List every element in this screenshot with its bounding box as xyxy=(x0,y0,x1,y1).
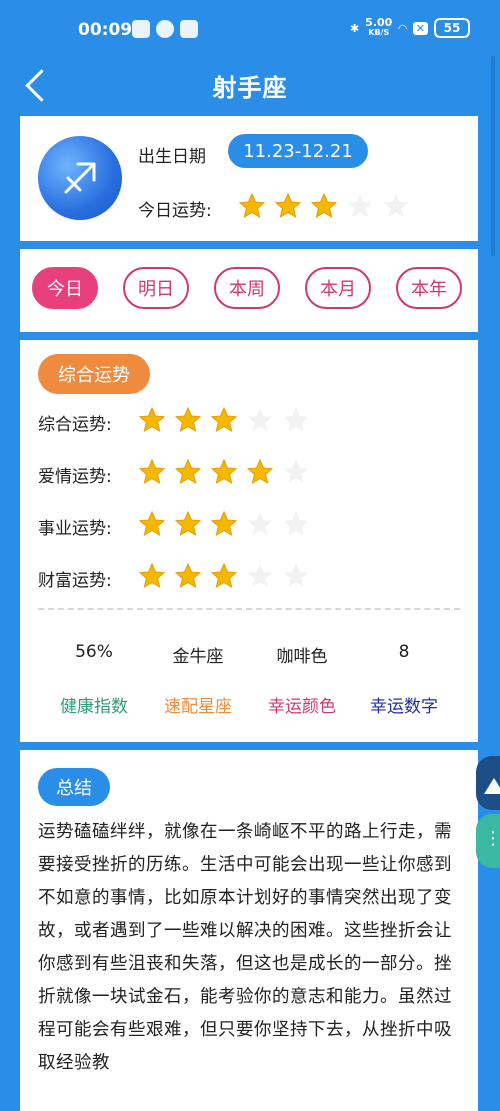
net-speed-unit: KB/S xyxy=(368,28,390,37)
star-empty-icon xyxy=(284,512,308,535)
sagittarius-icon xyxy=(64,162,96,194)
tab-3[interactable]: 本月 xyxy=(305,267,371,309)
stat-value: 金牛座 xyxy=(172,647,224,667)
tab-2[interactable]: 本周 xyxy=(214,267,280,309)
fortune-row-label: 爱情运势: xyxy=(38,467,112,487)
star-filled-icon xyxy=(246,458,274,485)
stat-label: 健康指数 xyxy=(60,697,128,717)
star-filled-icon xyxy=(138,562,166,589)
scrollbar[interactable] xyxy=(491,56,495,256)
star-empty-icon xyxy=(284,460,308,483)
sim-off-icon: ✕ xyxy=(412,21,428,35)
star-filled-icon xyxy=(138,458,166,485)
more-icon: ⋮ xyxy=(484,828,500,849)
divider xyxy=(38,608,460,610)
stat-value: 咖啡色 xyxy=(276,647,328,667)
star-filled-icon xyxy=(210,406,238,433)
star-empty-icon xyxy=(348,194,372,217)
stat-label: 幸运颜色 xyxy=(268,697,336,717)
tab-0[interactable]: 今日 xyxy=(32,267,98,309)
star-empty-icon xyxy=(284,408,308,431)
fortune-row-label: 事业运势: xyxy=(38,519,112,539)
fortune-row-label: 综合运势: xyxy=(38,415,112,435)
star-filled-icon xyxy=(138,406,166,433)
app-notification-icon xyxy=(132,20,150,38)
summary-badge: 总结 xyxy=(38,768,110,806)
sign-profile-card: 出生日期 11.23-12.21 今日运势: xyxy=(20,116,478,241)
birth-date-range: 11.23-12.21 xyxy=(228,134,368,168)
star-filled-icon xyxy=(210,510,238,537)
shield-icon xyxy=(180,20,198,38)
star-filled-icon xyxy=(174,406,202,433)
status-time: 00:09 xyxy=(78,20,133,40)
star-filled-icon xyxy=(174,510,202,537)
star-empty-icon xyxy=(248,564,272,587)
star-filled-icon xyxy=(138,510,166,537)
star-filled-icon xyxy=(210,458,238,485)
fortune-row-stars xyxy=(138,510,310,538)
stat-label: 幸运数字 xyxy=(370,697,438,717)
tab-1[interactable]: 明日 xyxy=(123,267,189,309)
stat-label: 速配星座 xyxy=(164,697,232,717)
notification-icons xyxy=(132,20,198,38)
period-tabs-card: 今日 明日 本周 本月 本年 xyxy=(20,249,478,332)
wifi-icon: ◠ xyxy=(398,21,407,35)
battery-level: 55 xyxy=(443,21,461,35)
star-filled-icon xyxy=(274,192,302,219)
fortune-row-stars xyxy=(138,406,310,434)
fortune-badge: 综合运势 xyxy=(38,354,150,394)
star-empty-icon xyxy=(284,564,308,587)
floating-more-button[interactable]: ⋮ xyxy=(476,814,500,868)
stat-value: 56% xyxy=(75,642,113,662)
chart-icon xyxy=(484,778,500,794)
period-tabs: 今日 明日 本周 本月 本年 xyxy=(32,267,462,309)
top-bar: 射手座 xyxy=(0,60,500,110)
star-filled-icon xyxy=(174,458,202,485)
summary-text: 运势磕磕绊绊，就像在一条崎岖不平的路上行走，需要接受挫折的历练。生活中可能会出现… xyxy=(38,822,452,1073)
birth-date-label: 出生日期 xyxy=(138,147,206,167)
sagittarius-avatar xyxy=(38,136,122,220)
fortune-row-stars xyxy=(138,562,310,590)
bluetooth-icon: ✱ xyxy=(349,21,360,35)
today-fortune-label: 今日运势: xyxy=(138,201,212,221)
qq-notification-icon xyxy=(156,20,174,38)
star-filled-icon xyxy=(310,192,338,219)
star-empty-icon xyxy=(248,408,272,431)
star-empty-icon xyxy=(248,512,272,535)
gesture-nav-bar[interactable] xyxy=(170,1095,334,1101)
status-right: ✱ 5.00 KB/S ◠ ✕ 55 xyxy=(349,17,470,38)
status-bar: 00:09 ✱ 5.00 KB/S ◠ ✕ 55 xyxy=(0,0,500,60)
star-filled-icon xyxy=(210,562,238,589)
fortune-row-label: 财富运势: xyxy=(38,571,112,591)
battery-icon: 55 xyxy=(434,18,470,38)
fortune-row-stars xyxy=(138,458,310,486)
star-empty-icon xyxy=(384,194,408,217)
star-filled-icon xyxy=(238,192,266,219)
stat-value: 8 xyxy=(398,642,410,662)
star-filled-icon xyxy=(174,562,202,589)
today-fortune-stars xyxy=(238,192,410,220)
net-speed: 5.00 KB/S xyxy=(365,17,392,38)
page-title: 射手座 xyxy=(212,74,288,102)
fortune-card: 综合运势 综合运势: 爱情运势: 事业运势: 财富运势: 56% 健康指数 金牛座速配星座… xyxy=(20,340,478,742)
tab-4[interactable]: 本年 xyxy=(396,267,462,309)
summary-card: 总结 运势磕磕绊绊，就像在一条崎岖不平的路上行走，需要接受挫折的历练。生活中可能… xyxy=(20,750,478,1111)
floating-share-button[interactable] xyxy=(476,756,500,810)
